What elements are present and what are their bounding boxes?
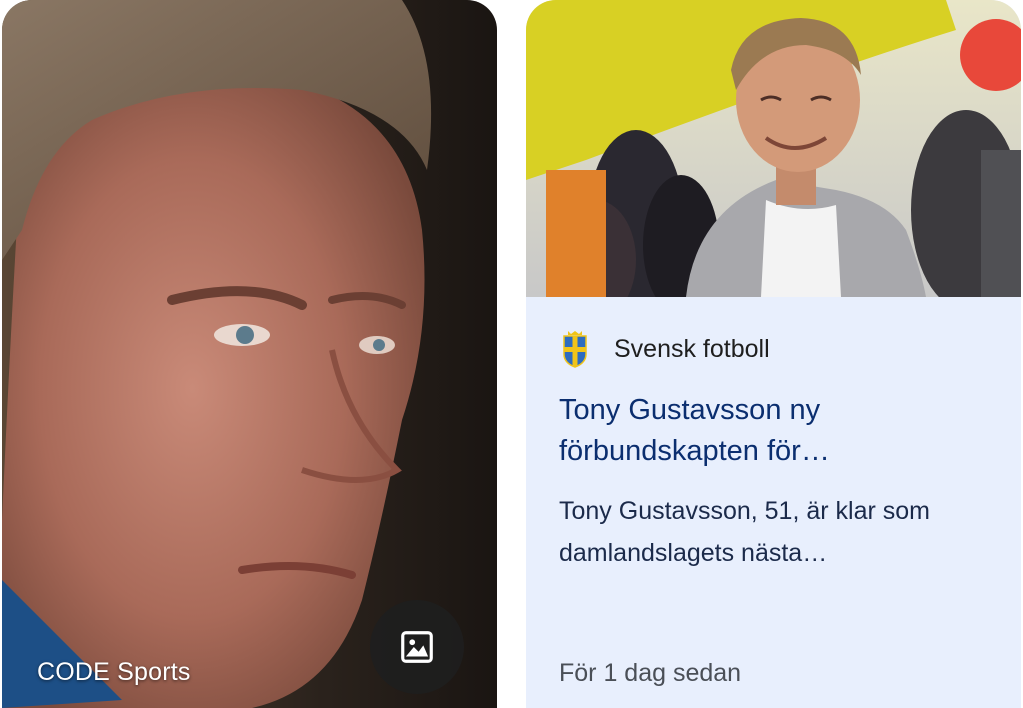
swedish-crest-icon: [563, 331, 587, 368]
publisher: Svensk fotboll: [562, 330, 770, 368]
image-source-label: CODE Sports: [37, 658, 191, 686]
news-result-card[interactable]: Svensk fotboll Tony Gustavsson ny förbun…: [526, 0, 1021, 708]
image-icon: [401, 631, 433, 663]
article-snippet: Tony Gustavsson, 51, är klar som damland…: [559, 497, 930, 567]
article-headline[interactable]: Tony Gustavsson ny förbundskapten för…: [559, 390, 999, 472]
article-photo: [526, 0, 1021, 297]
publisher-name: Svensk fotboll: [614, 334, 770, 363]
image-view-button[interactable]: [370, 600, 464, 694]
results-grid: CODE Sports Svensk fotboll Tony Gustavss…: [0, 0, 1023, 708]
article-timestamp: För 1 dag sedan: [559, 659, 742, 687]
image-result-card[interactable]: CODE Sports: [2, 0, 497, 708]
